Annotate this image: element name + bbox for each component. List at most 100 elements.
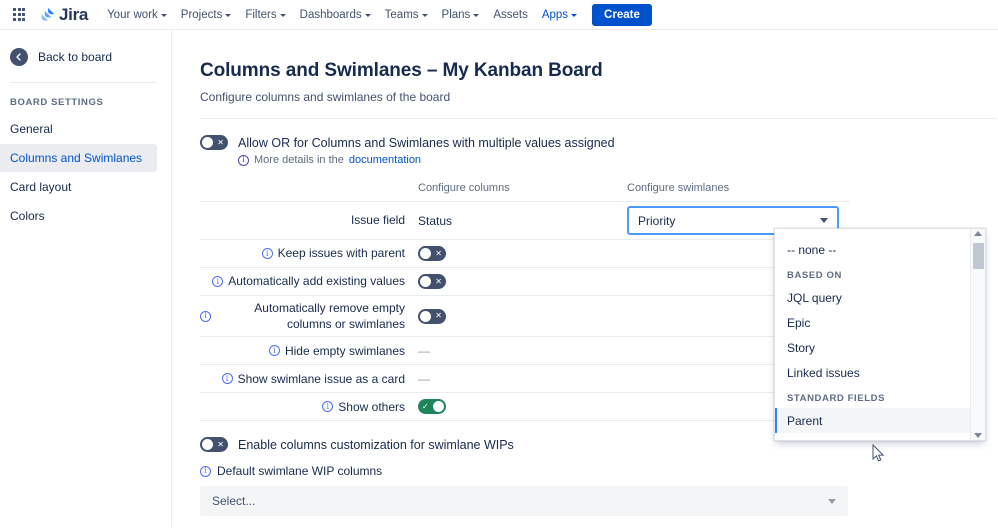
table-row-issue-field: Issue field Status Priority: [200, 201, 850, 239]
row-label-text: Automatically remove empty columns or sw…: [216, 300, 405, 332]
top-navigation-bar: Jira Your work Projects Filters Dashboar…: [0, 0, 998, 30]
swimlane-issue-field-dropdown[interactable]: -- none -- BASED ON JQL query Epic Story…: [774, 228, 986, 441]
back-to-board-label: Back to board: [38, 50, 112, 64]
chevron-down-icon: [571, 14, 577, 17]
row-label-text: Show others: [338, 399, 405, 415]
nav-label: Teams: [385, 9, 419, 21]
info-icon: i: [322, 401, 333, 412]
app-switcher-button[interactable]: [8, 4, 30, 26]
chevron-down-icon: [422, 14, 428, 17]
nav-item-teams[interactable]: Teams: [378, 5, 435, 25]
info-icon: i: [269, 345, 280, 356]
keep-issues-with-parent-toggle[interactable]: ✕: [418, 246, 446, 261]
nav-label: Apps: [542, 9, 568, 21]
dropdown-option-story[interactable]: Story: [775, 335, 970, 360]
selected-value: Priority: [638, 214, 675, 228]
table-header-row: Configure columns Configure swimlanes: [200, 182, 850, 201]
configuration-table: Configure columns Configure swimlanes Is…: [200, 182, 850, 421]
dropdown-list: -- none -- BASED ON JQL query Epic Story…: [775, 229, 970, 440]
page-title: Columns and Swimlanes – My Kanban Board: [200, 60, 998, 82]
allow-or-label: Allow OR for Columns and Swimlanes with …: [238, 136, 615, 150]
toggle-knob: [420, 276, 431, 287]
scrollbar-thumb[interactable]: [973, 243, 984, 269]
toggle-off-icon: ✕: [217, 139, 224, 147]
dropdown-option-labels[interactable]: Labels: [775, 433, 970, 440]
nav-item-plans[interactable]: Plans: [435, 5, 487, 25]
sidebar-item-card-layout[interactable]: Card layout: [0, 173, 157, 201]
jira-logo-text: Jira: [59, 6, 88, 23]
toggle-knob: [420, 311, 431, 322]
nav-item-projects[interactable]: Projects: [174, 5, 239, 25]
dropdown-scrollbar[interactable]: [970, 229, 985, 440]
table-row-show-others: i Show others ✓: [200, 392, 850, 420]
dropdown-option-epic[interactable]: Epic: [775, 310, 970, 335]
table-bottom-border: [200, 420, 850, 421]
allow-or-toggle[interactable]: ✕: [200, 135, 228, 150]
enable-columns-customization-label: Enable columns customization for swimlan…: [238, 438, 514, 452]
chevron-down-icon: [280, 14, 286, 17]
create-button[interactable]: Create: [592, 4, 652, 26]
toggle-off-icon: ✕: [435, 312, 442, 320]
nav-item-dashboards[interactable]: Dashboards: [293, 5, 378, 25]
nav-item-filters[interactable]: Filters: [238, 5, 292, 25]
chevron-down-icon: [225, 14, 231, 17]
swimlane-wip-section: ✕ Enable columns customization for swiml…: [200, 437, 998, 516]
nav-item-your-work[interactable]: Your work: [100, 5, 174, 25]
row-label-text: Hide empty swimlanes: [285, 343, 405, 359]
table-row-keep-issues-with-parent: i Keep issues with parent ✕: [200, 239, 850, 267]
show-others-toggle[interactable]: ✓: [418, 399, 446, 414]
chevron-down-icon: [828, 499, 836, 504]
arrow-left-icon: [10, 48, 28, 66]
table-row-show-swimlane-issue-as-card: i Show swimlane issue as a card —: [200, 364, 850, 392]
row-label-text: Show swimlane issue as a card: [238, 371, 405, 387]
auto-remove-empty-toggle[interactable]: ✕: [418, 309, 446, 324]
table-row-auto-remove-empty: i Automatically remove empty columns or …: [200, 295, 850, 336]
table-row-auto-add-existing-values: i Automatically add existing values ✕: [200, 267, 850, 295]
nav-item-assets[interactable]: Assets: [486, 5, 535, 25]
auto-add-existing-values-toggle[interactable]: ✕: [418, 274, 446, 289]
jira-logo[interactable]: Jira: [34, 6, 88, 23]
dropdown-option-parent[interactable]: Parent: [775, 408, 970, 433]
row-label: i Keep issues with parent: [200, 245, 415, 261]
toggle-off-icon: ✕: [217, 441, 224, 449]
nav-label: Plans: [442, 9, 471, 21]
select-placeholder: Select...: [212, 494, 255, 508]
header-label-col: [200, 182, 415, 194]
board-settings-sidebar: Back to board BOARD SETTINGS General Col…: [0, 30, 172, 527]
row-label: Issue field: [200, 212, 415, 228]
table-row-hide-empty-swimlanes: i Hide empty swimlanes —: [200, 336, 850, 364]
nav-label: Projects: [181, 9, 223, 21]
nav-label: Dashboards: [300, 9, 362, 21]
scroll-down-arrow-icon[interactable]: [974, 433, 982, 438]
dropdown-option-jql-query[interactable]: JQL query: [775, 285, 970, 310]
empty-value-dash: —: [418, 344, 430, 358]
toggle-on-icon: ✓: [422, 403, 429, 411]
back-to-board-link[interactable]: Back to board: [0, 42, 171, 72]
nav-label: Filters: [245, 9, 276, 21]
header-configure-columns: Configure columns: [415, 182, 627, 194]
row-label: i Automatically add existing values: [200, 273, 415, 289]
grid-icon: [13, 8, 25, 20]
documentation-link[interactable]: documentation: [349, 154, 421, 166]
sidebar-item-general[interactable]: General: [0, 115, 157, 143]
info-icon: i: [212, 276, 223, 287]
row-columns-cell: ✕: [415, 246, 627, 261]
default-swimlane-wip-columns-row: i Default swimlane WIP columns: [200, 464, 998, 478]
default-swimlane-wip-columns-select[interactable]: Select...: [200, 486, 848, 516]
sidebar-item-columns-and-swimlanes[interactable]: Columns and Swimlanes: [0, 144, 157, 172]
toggle-off-icon: ✕: [435, 278, 442, 286]
sidebar-item-colors[interactable]: Colors: [0, 202, 157, 230]
dropdown-option-linked-issues[interactable]: Linked issues: [775, 360, 970, 385]
row-label: i Hide empty swimlanes: [200, 343, 415, 359]
toggle-knob: [433, 401, 444, 412]
enable-columns-customization-toggle[interactable]: ✕: [200, 437, 228, 452]
nav-item-apps[interactable]: Apps: [535, 5, 584, 25]
dropdown-group-standard-fields: STANDARD FIELDS: [775, 385, 970, 408]
dropdown-option-none[interactable]: -- none --: [775, 237, 970, 262]
info-icon: i: [200, 311, 211, 322]
row-label-text: Automatically add existing values: [228, 273, 405, 289]
chevron-down-icon: [161, 14, 167, 17]
page-subtitle: Configure columns and swimlanes of the b…: [200, 90, 998, 104]
scroll-up-arrow-icon[interactable]: [974, 231, 982, 236]
info-icon: i: [200, 466, 211, 477]
